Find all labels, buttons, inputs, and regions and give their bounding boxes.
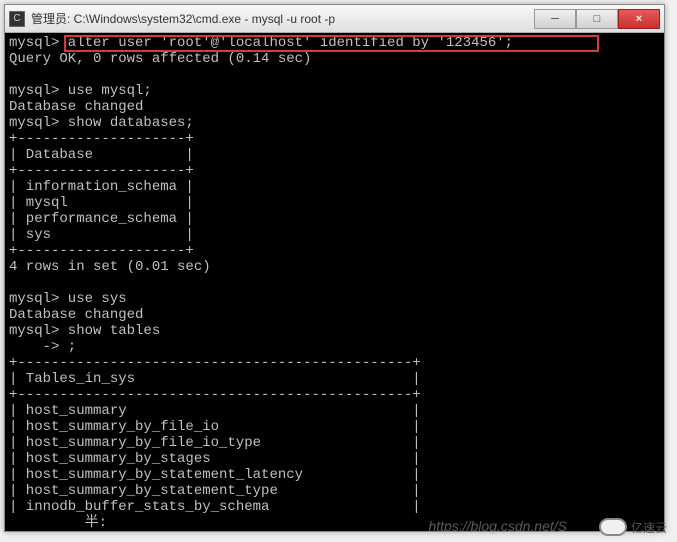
window-controls: ─ □ × bbox=[534, 9, 660, 29]
watermark-brand: 亿速云 bbox=[631, 519, 667, 536]
cloud-icon bbox=[599, 518, 627, 536]
terminal-area[interactable]: mysql> alter user 'root'@'localhost' ide… bbox=[5, 33, 664, 531]
window-title: 管理员: C:\Windows\system32\cmd.exe - mysql… bbox=[31, 10, 534, 27]
cmd-window: C 管理员: C:\Windows\system32\cmd.exe - mys… bbox=[4, 4, 665, 532]
minimize-button[interactable]: ─ bbox=[534, 9, 576, 29]
maximize-button[interactable]: □ bbox=[576, 9, 618, 29]
cmd-icon: C bbox=[9, 11, 25, 27]
terminal-output: mysql> alter user 'root'@'localhost' ide… bbox=[9, 35, 660, 531]
close-button[interactable]: × bbox=[618, 9, 660, 29]
watermark-logo: 亿速云 bbox=[599, 518, 667, 536]
titlebar[interactable]: C 管理员: C:\Windows\system32\cmd.exe - mys… bbox=[5, 5, 664, 33]
watermark-url: https://blog.csdn.net/S bbox=[428, 518, 567, 534]
